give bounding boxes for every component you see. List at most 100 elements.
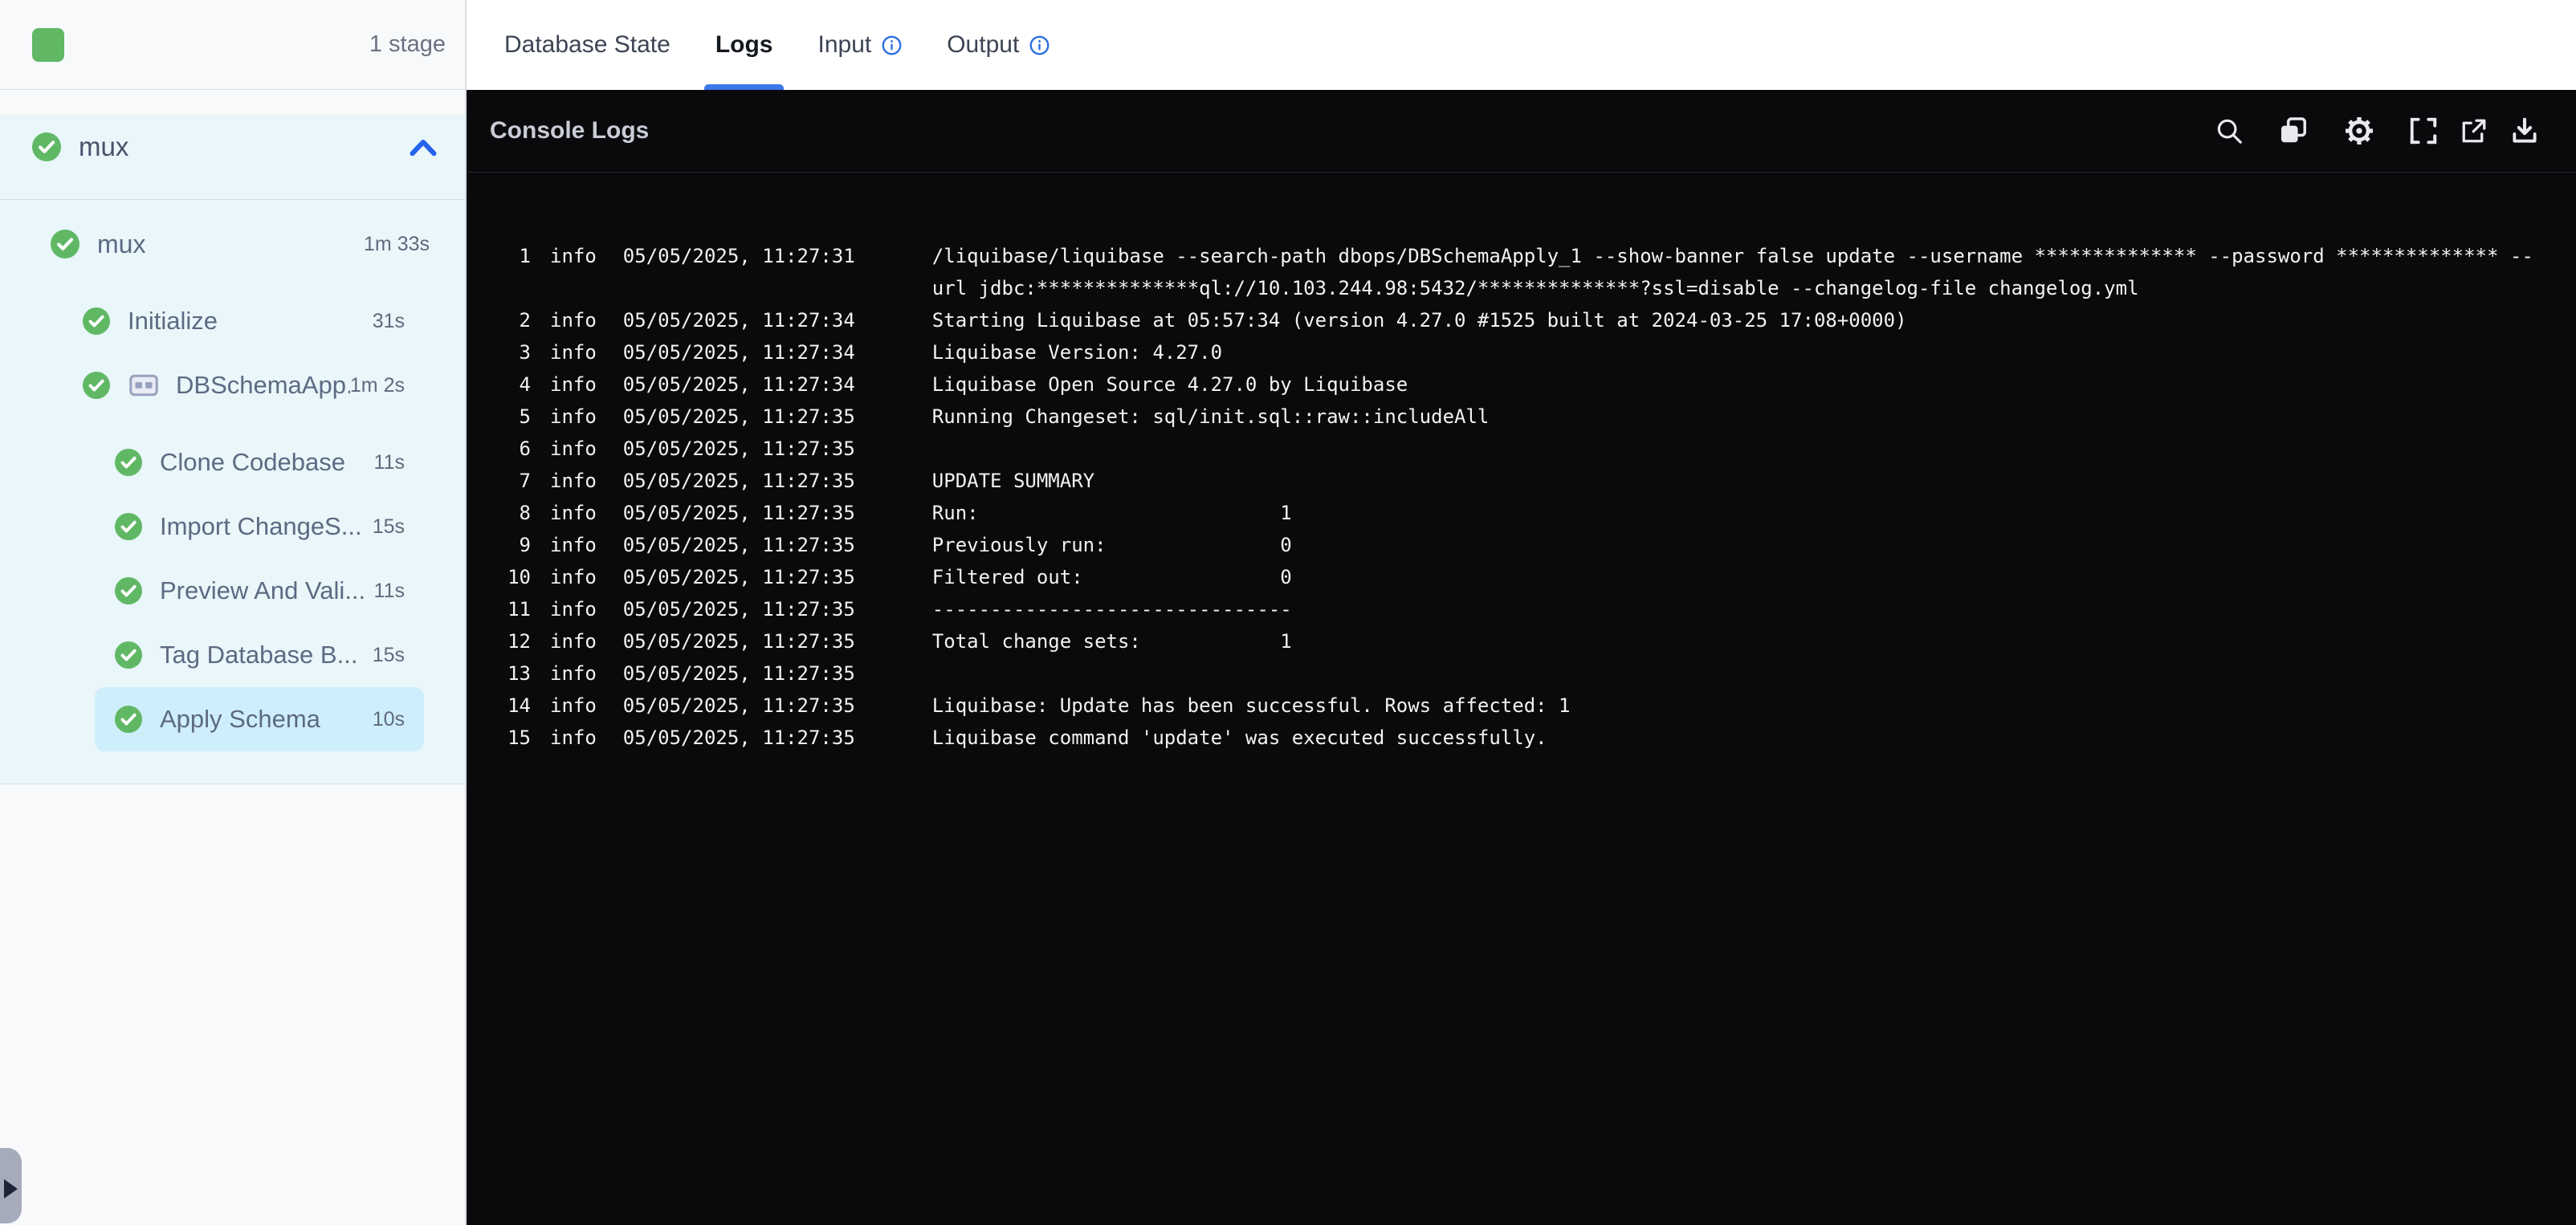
log-line-number: 7: [519, 470, 531, 492]
main-panel: Database State Logs Input Output Console…: [467, 0, 2576, 1225]
log-level: info: [550, 726, 597, 749]
console-log-list[interactable]: 1 info 05/05/2025, 11:27:31/liquibase/liqu…: [467, 173, 2576, 754]
tab-label: Logs: [715, 31, 773, 58]
stage-group-label: mux: [79, 132, 129, 161]
check-circle-icon: [115, 706, 142, 733]
log-message: Run: 1: [931, 502, 1292, 524]
log-message: Starting Liquibase at 05:57:34 (version …: [931, 309, 1907, 332]
log-row: 1 info 05/05/2025, 11:27:31/liquibase/liqu…: [467, 240, 2563, 304]
step-duration: 15s: [372, 515, 405, 538]
log-message: /liquibase/liquibase --search-path dbops…: [931, 245, 2533, 299]
tab-input[interactable]: Input: [817, 0, 902, 90]
log-level: info: [550, 438, 597, 460]
step-row-initialize[interactable]: Initialize 31s: [63, 289, 424, 353]
log-timestamp: 05/05/2025, 11:27:35: [622, 405, 855, 428]
step-label: DBSchemaApp...: [176, 371, 350, 399]
check-circle-icon: [51, 230, 79, 258]
step-duration: 1m 2s: [349, 373, 405, 397]
stage-group-header[interactable]: mux: [0, 115, 465, 179]
step-row-import-changes[interactable]: Import ChangeS... 15s: [95, 494, 424, 559]
step-group-icon: [129, 374, 158, 397]
copy-icon[interactable]: [2277, 115, 2309, 147]
play-arrow-icon: [4, 1179, 18, 1199]
log-timestamp: 05/05/2025, 11:27:35: [622, 662, 855, 685]
console-title: Console Logs: [490, 117, 650, 144]
log-timestamp: 05/05/2025, 11:27:35: [622, 598, 855, 621]
tab-logs[interactable]: Logs: [703, 0, 785, 90]
log-line-number: 2: [519, 309, 531, 332]
log-line-number: 3: [519, 341, 531, 364]
log-timestamp: 05/05/2025, 11:27:35: [622, 438, 855, 460]
step-row-dbschemaapp[interactable]: DBSchemaApp... 1m 2s: [63, 353, 424, 417]
console-panel: Console Logs 1 info 05/05/2025, 11:27:31…: [467, 90, 2576, 1225]
log-line-number: 4: [519, 373, 531, 396]
log-message: Running Changeset: sql/init.sql::raw::in…: [931, 405, 1490, 428]
step-label: Clone Codebase: [160, 448, 345, 476]
log-timestamp: 05/05/2025, 11:27:35: [622, 502, 855, 524]
chevron-up-icon[interactable]: [409, 136, 438, 157]
log-level: info: [550, 598, 597, 621]
log-timestamp: 05/05/2025, 11:27:35: [622, 726, 855, 749]
open-in-new-icon[interactable]: [2458, 115, 2490, 147]
log-line-number: 11: [507, 598, 531, 621]
settings-icon[interactable]: [2343, 115, 2375, 147]
tab-database-state[interactable]: Database State: [504, 0, 670, 90]
sidebar-header: 1 stage: [0, 0, 465, 90]
tab-output[interactable]: Output: [947, 0, 1050, 90]
log-level: info: [550, 341, 597, 364]
steps-list: Initialize 31s DBSchemaApp... 1m 2s Clone Co…: [0, 289, 465, 751]
log-line-number: 15: [507, 726, 531, 749]
stage-section: mux mux 1m 33s Initialize 31s DBSchemaApp.…: [0, 115, 465, 784]
log-level: info: [550, 309, 597, 332]
log-row: 4 info 05/05/2025, 11:27:34 Liquibase Open …: [467, 368, 2563, 401]
step-row-apply-schema[interactable]: Apply Schema 10s: [95, 687, 424, 751]
log-message: Liquibase: Update has been successful. R…: [931, 694, 1571, 717]
log-message: Liquibase Open Source 4.27.0 by Liquibas…: [931, 373, 1408, 396]
log-level: info: [550, 566, 597, 588]
log-line-number: 5: [519, 405, 531, 428]
log-line-number: 6: [519, 438, 531, 460]
log-timestamp: 05/05/2025, 11:27:35: [622, 694, 855, 717]
log-row: 12 info 05/05/2025, 11:27:35 Total change s…: [467, 625, 2563, 657]
log-row: 11 info 05/05/2025, 11:27:35 --------------…: [467, 593, 2563, 625]
log-timestamp: 05/05/2025, 11:27:34: [622, 309, 855, 332]
log-message: UPDATE SUMMARY: [931, 470, 1095, 492]
log-level: info: [550, 694, 597, 717]
stage-row-mux[interactable]: mux 1m 33s: [0, 212, 465, 276]
log-message: Liquibase Version: 4.27.0: [931, 341, 1223, 364]
log-level: info: [550, 662, 597, 685]
fullscreen-icon[interactable]: [2407, 115, 2439, 147]
log-line-number: 1: [519, 245, 531, 267]
step-row-tag-database-b[interactable]: Tag Database B... 15s: [95, 623, 424, 687]
step-row-clone-codebase[interactable]: Clone Codebase 11s: [95, 430, 424, 494]
info-icon[interactable]: [882, 35, 902, 55]
check-circle-icon: [115, 641, 142, 669]
info-icon[interactable]: [1029, 35, 1050, 55]
log-row: 5 info 05/05/2025, 11:27:35 Running Changes…: [467, 401, 2563, 433]
check-circle-icon: [83, 307, 110, 335]
log-timestamp: 05/05/2025, 11:27:35: [622, 534, 855, 556]
log-timestamp: 05/05/2025, 11:27:31: [622, 245, 855, 267]
step-row-preview-and-vali[interactable]: Preview And Vali... 11s: [95, 559, 424, 623]
log-timestamp: 05/05/2025, 11:27:35: [622, 470, 855, 492]
log-line-number: 10: [507, 566, 531, 588]
check-circle-icon: [32, 132, 61, 161]
log-row: 6 info 05/05/2025, 11:27:35: [467, 433, 2563, 465]
step-label: Preview And Vali...: [160, 576, 366, 604]
step-duration: 10s: [372, 707, 405, 731]
download-icon[interactable]: [2509, 115, 2541, 147]
tab-label: Database State: [504, 31, 670, 58]
log-line-number: 9: [519, 534, 531, 556]
search-icon[interactable]: [2213, 115, 2245, 147]
log-row: 2 info 05/05/2025, 11:27:34 Starting Liquib…: [467, 304, 2563, 336]
step-label: Import ChangeS...: [160, 512, 362, 540]
log-timestamp: 05/05/2025, 11:27:34: [622, 341, 855, 364]
log-row: 7 info 05/05/2025, 11:27:35 UPDATE SUMMARY: [467, 465, 2563, 497]
step-duration: 11s: [373, 579, 405, 602]
stage-duration: 1m 33s: [364, 232, 430, 255]
step-duration: 15s: [372, 643, 405, 666]
panel-expand-handle[interactable]: [0, 1148, 22, 1223]
log-level: info: [550, 373, 597, 396]
stage-square-icon[interactable]: [32, 27, 64, 62]
log-row: 8 info 05/05/2025, 11:27:35 Run: 1: [467, 497, 2563, 529]
